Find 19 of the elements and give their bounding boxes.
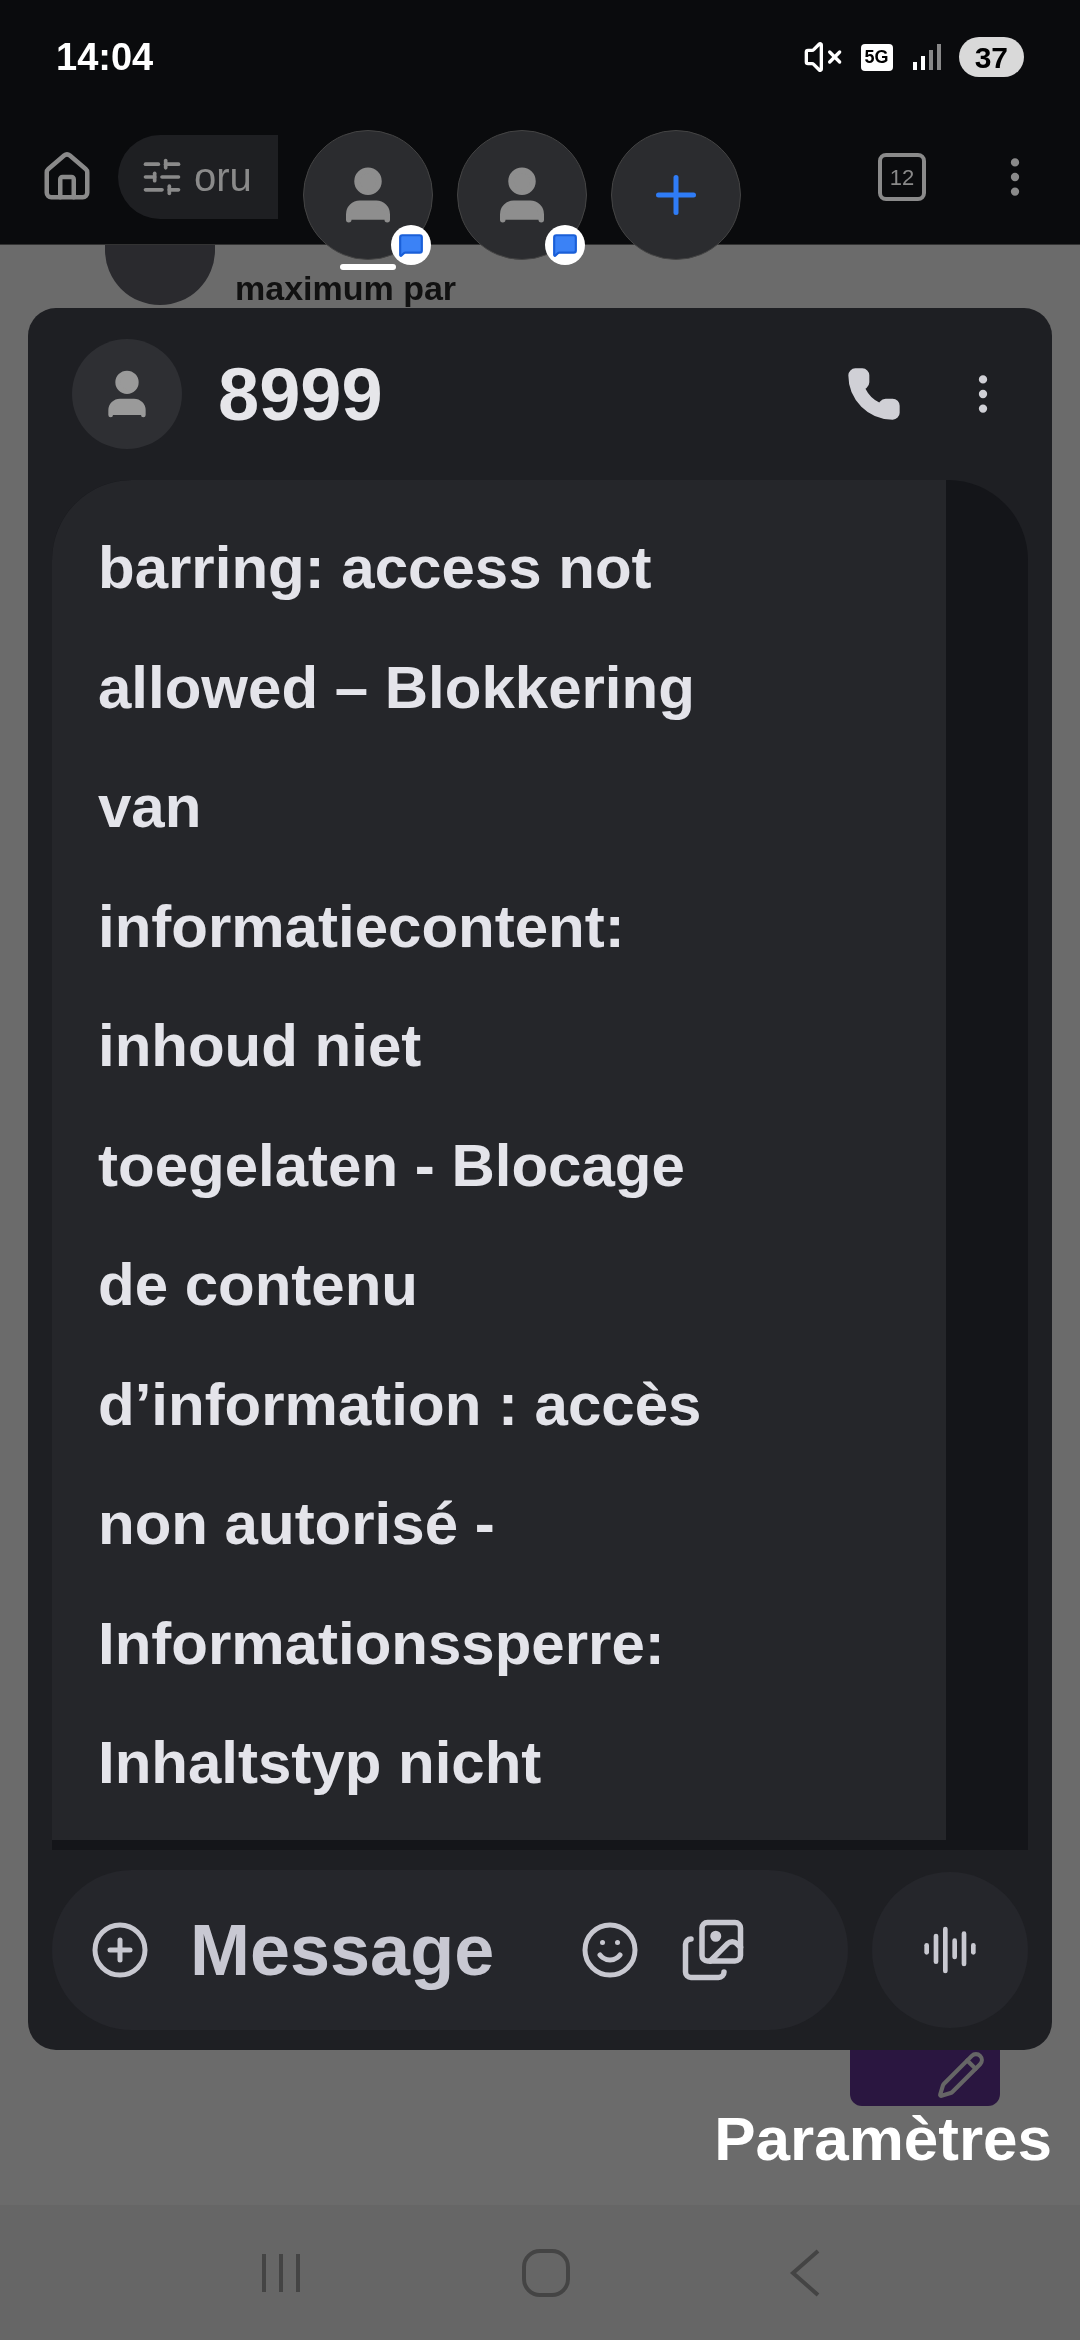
status-time: 14:04	[56, 34, 154, 80]
message-text: barring: access not allowed – Blokkering van informatiecontent: inhoud niet toegelaten - Blocage de contenu d’information : accès non autorisé - Informationssperre: Inhaltstyp nicht	[98, 533, 703, 1798]
page-heading: maximum par	[235, 271, 457, 305]
address-text: oru	[194, 154, 252, 201]
emoji-icon[interactable]	[580, 1920, 640, 1980]
message-input[interactable]: Message	[190, 1896, 510, 2004]
call-icon[interactable]	[846, 366, 902, 422]
compose-button[interactable]	[850, 2050, 1000, 2106]
message-field[interactable]: Message	[52, 1870, 848, 2030]
add-icon[interactable]	[90, 1920, 150, 1980]
pencil-icon	[936, 2050, 986, 2100]
tab-count-button[interactable]: 12	[878, 153, 926, 201]
conversation-title: 8999	[218, 351, 383, 438]
fab-label: Paramètres	[714, 2106, 1052, 2172]
address-bar[interactable]: oru	[118, 135, 278, 219]
battery-level: 37	[958, 37, 1024, 77]
gallery-icon[interactable]	[680, 1917, 746, 1983]
signal-icon	[910, 42, 941, 72]
network-type: 5G	[860, 43, 893, 71]
